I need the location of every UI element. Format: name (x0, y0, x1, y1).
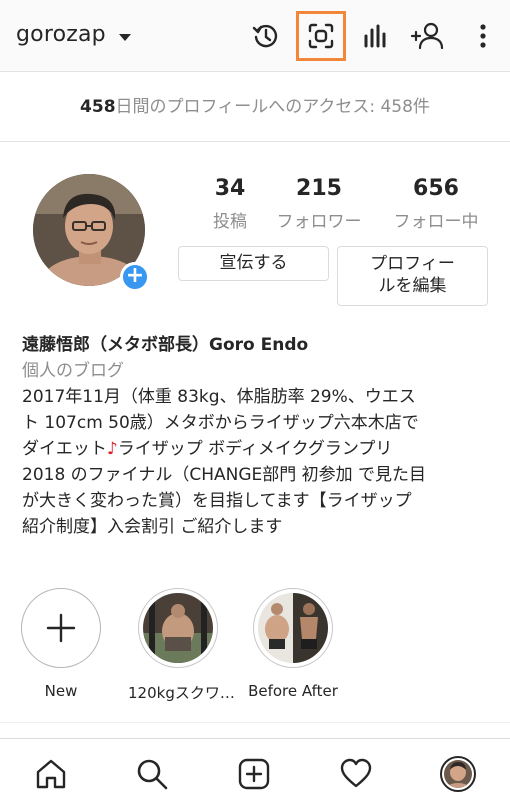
stat-label: フォロワー (276, 212, 362, 232)
following-count[interactable]: 656 フォロー中 (384, 176, 488, 232)
bio-line: 2017年11月（体重 83kg、体脂肪率 29%、ウエス (22, 387, 416, 407)
add-person-icon[interactable] (407, 16, 447, 56)
bio-text: ライザップ ボディメイクグランプリ (117, 439, 393, 459)
profile-avatar[interactable]: + (33, 174, 150, 292)
stat-value: 656 (413, 176, 459, 201)
promote-button[interactable]: 宣伝する (178, 246, 329, 281)
bio-line: ダイエット♪ライザップ ボディメイクグランプリ (22, 436, 492, 462)
highlight-new[interactable]: New (11, 588, 111, 700)
activity-heart-icon[interactable] (336, 754, 376, 794)
edit-profile-label-line1: プロフィー (370, 254, 455, 274)
highlight-thumbnail (258, 593, 328, 663)
chevron-down-icon[interactable] (119, 34, 131, 41)
followers-count[interactable]: 215 フォロワー (267, 176, 371, 232)
profile-visits-count: 458 (80, 97, 116, 117)
highlight-label: 120kgスクワ… (128, 684, 235, 702)
add-story-icon[interactable]: + (120, 262, 150, 292)
home-icon[interactable] (31, 754, 71, 794)
bio-text: ダイエット (22, 439, 107, 459)
search-icon[interactable] (132, 754, 172, 794)
profile-avatar-icon[interactable] (438, 754, 478, 794)
scan-qr-icon[interactable] (296, 11, 346, 61)
highlight-before-after[interactable]: Before After (243, 588, 343, 700)
highlight-squat[interactable]: 120kgスクワ… (128, 588, 235, 703)
more-vert-icon[interactable] (463, 16, 503, 56)
top-bar: gorozap (0, 0, 510, 72)
profile-category: 個人のブログ (22, 361, 124, 381)
music-note-icon: ♪ (106, 439, 118, 459)
divider (0, 722, 510, 723)
edit-profile-label-line2: ルを編集 (378, 276, 447, 296)
stat-label: フォロー中 (393, 212, 479, 232)
profile-bio: 遠藤悟郎（メタボ部長）Goro Endo 個人のブログ 2017年11月（体重 … (22, 332, 492, 540)
bio-line: が大きく変わった賞）を目指してます【ライザップ (22, 491, 412, 511)
new-highlight-ring (21, 588, 101, 668)
bio-line: 2018 のファイナル（CHANGE部門 初参加 で見た目 (22, 465, 427, 485)
stat-value: 215 (296, 176, 342, 201)
bottom-nav (0, 738, 510, 808)
edit-profile-button[interactable]: プロフィー ルを編集 (337, 246, 488, 306)
profile-name: 遠藤悟郎（メタボ部長）Goro Endo (22, 335, 309, 355)
highlight-label: New (44, 682, 78, 700)
highlight-thumbnail (143, 593, 213, 663)
insights-icon[interactable] (355, 16, 395, 56)
highlight-label: Before After (248, 682, 338, 700)
bio-line: 紹介制度】入会割引 ご紹介します (22, 517, 283, 537)
plus-icon (46, 613, 76, 643)
bio-line: ト 107cm 50歳）メタボからライザップ六本木店で (22, 413, 419, 433)
new-post-icon[interactable] (234, 754, 274, 794)
profile-visits-banner[interactable]: 458日間のプロフィールへのアクセス: 458件 (0, 72, 510, 142)
highlight-ring (253, 588, 333, 668)
profile-visits-text: 日間のプロフィールへのアクセス: 458件 (115, 97, 430, 117)
account-username[interactable]: gorozap (16, 22, 106, 47)
highlight-ring (138, 588, 218, 668)
archive-clock-icon[interactable] (246, 16, 286, 56)
